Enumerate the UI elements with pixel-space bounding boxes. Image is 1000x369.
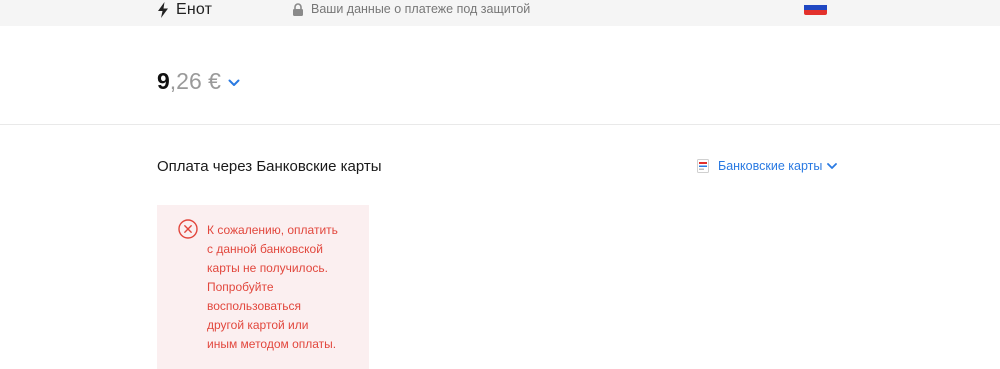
- error-line: Попробуйте: [207, 280, 274, 294]
- error-line: другой картой или: [207, 318, 309, 332]
- error-message-box: К сожалению, оплатить с данной банковско…: [157, 205, 369, 369]
- secure-text: Ваши данные о платеже под защитой: [311, 2, 531, 16]
- russia-flag-icon[interactable]: [804, 0, 827, 15]
- payment-method-label: Банковские карты: [718, 159, 823, 173]
- chevron-down-icon: [827, 162, 838, 169]
- bank-card-icon: [697, 159, 709, 173]
- brand-name: Енот: [176, 1, 213, 18]
- error-line: с данной банковской: [207, 242, 323, 256]
- error-line: карты не получилось.: [207, 261, 328, 275]
- amount-selector[interactable]: 9 ,26 €: [157, 66, 240, 96]
- bolt-icon: [158, 2, 168, 18]
- chevron-down-icon[interactable]: [228, 79, 240, 87]
- payment-title: Оплата через Банковские карты: [157, 158, 382, 175]
- divider: [0, 124, 1000, 125]
- amount-integer: 9: [157, 67, 170, 94]
- brand[interactable]: Енот: [157, 0, 212, 20]
- secure-notice: Ваши данные о платеже под защитой: [292, 2, 530, 16]
- error-line: иным методом оплаты.: [207, 337, 337, 351]
- error-line: воспользоваться: [207, 299, 302, 313]
- payment-method-selector[interactable]: Банковские карты: [697, 159, 838, 173]
- top-bar: Енот Ваши данные о платеже под защитой: [0, 0, 1000, 26]
- lock-icon: [293, 2, 303, 16]
- error-text: К сожалению, оплатить с данной банковско…: [207, 221, 367, 354]
- amount-fraction: ,26 €: [169, 67, 221, 94]
- error-line: К сожалению, оплатить: [207, 223, 338, 237]
- close-circle-icon: [178, 219, 198, 239]
